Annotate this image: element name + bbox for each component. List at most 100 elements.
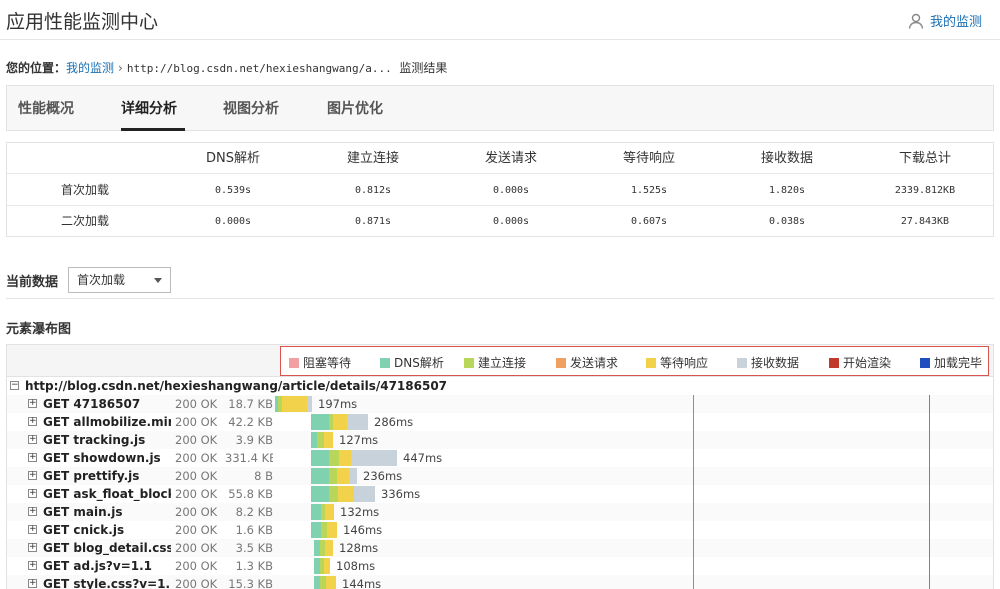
cell-receive: 1.820s xyxy=(768,185,806,196)
request-duration: 127ms xyxy=(339,433,379,447)
request-duration: 336ms xyxy=(381,487,421,501)
request-row[interactable]: + GET ask_float_block 200 OK 55.8 KB 336ms xyxy=(7,485,993,503)
legend-item-connect: 建立连接 xyxy=(464,354,526,371)
request-size: 18.7 KB xyxy=(228,397,273,411)
legend-label: 开始渲染 xyxy=(843,356,892,370)
expand-icon[interactable]: + xyxy=(28,471,37,480)
tab-image-optimization[interactable]: 图片优化 xyxy=(327,98,383,118)
request-name: GET prettify.js xyxy=(43,469,140,483)
request-row[interactable]: + GET main.js 200 OK 8.2 KB 132ms xyxy=(7,503,993,521)
summary-table: DNS解析 建立连接 发送请求 等待响应 接收数据 下载总计 首次加载 0.53… xyxy=(6,142,994,237)
cell-dns: 0.000s xyxy=(214,216,252,227)
legend-item-send: 发送请求 xyxy=(556,354,618,371)
breadcrumb-home-link[interactable]: 我的监测 xyxy=(66,61,114,75)
cell-connect: 0.871s xyxy=(354,216,392,227)
request-name: GET style.css?v=1.1 xyxy=(43,577,171,589)
tab-detailed-analysis[interactable]: 详细分析 xyxy=(121,98,177,118)
waterfall-header: 阻塞等待 DNS解析 建立连接 发送请求 等待响应 接收数据 开始渲染 加载完毕 xyxy=(7,345,993,377)
expand-icon[interactable]: + xyxy=(28,435,37,444)
expand-icon[interactable]: + xyxy=(28,417,37,426)
request-name: GET main.js xyxy=(43,505,123,519)
current-data-label: 当前数据 xyxy=(6,275,59,290)
col-header-connect: 建立连接 xyxy=(346,151,399,166)
active-tab-indicator xyxy=(121,128,185,131)
cell-wait: 0.607s xyxy=(630,216,668,227)
request-status: 200 OK xyxy=(175,433,218,447)
summary-row-second-load: 二次加载 0.000s 0.871s 0.000s 0.607s 0.038s … xyxy=(7,206,993,237)
request-row[interactable]: + GET blog_detail.css 200 OK 3.5 KB 128ms xyxy=(7,539,993,557)
bar-segment-wait xyxy=(338,486,354,502)
request-status: 200 OK xyxy=(175,451,218,465)
request-row[interactable]: + GET 47186507 200 OK 18.7 KB 197ms xyxy=(7,395,993,413)
app-header: 应用性能监测中心 我的监测 xyxy=(0,0,1000,40)
bar-segment-receive xyxy=(307,396,312,412)
request-row[interactable]: + GET ad.js?v=1.1 200 OK 1.3 KB 108ms xyxy=(7,557,993,575)
bar-segment-wait xyxy=(337,468,349,484)
bar-segment-wait xyxy=(282,396,307,412)
legend-label: 接收数据 xyxy=(751,356,800,370)
expand-icon[interactable]: + xyxy=(28,525,37,534)
bar-segment-dns xyxy=(311,414,329,430)
legend-item-wait: 等待响应 xyxy=(646,354,708,371)
expand-icon[interactable]: + xyxy=(28,543,37,552)
request-name: GET blog_detail.css xyxy=(43,541,171,555)
bar-segment-connect xyxy=(329,486,338,502)
bar-segment-receive xyxy=(347,414,368,430)
bar-segment-connect xyxy=(329,468,337,484)
legend-swatch xyxy=(737,357,747,368)
request-size: 1.3 KB xyxy=(235,559,273,573)
request-row[interactable]: + GET showdown.js 200 OK 331.4 KB 447ms xyxy=(7,449,993,467)
expand-icon[interactable]: + xyxy=(28,399,37,408)
bar-segment-receive xyxy=(354,486,375,502)
expand-icon[interactable]: + xyxy=(28,453,37,462)
summary-header-row: DNS解析 建立连接 发送请求 等待响应 接收数据 下载总计 xyxy=(7,143,993,174)
request-row[interactable]: + GET prettify.js 200 OK 8 B 236ms xyxy=(7,467,993,485)
analysis-tabs: 性能概况 详细分析 视图分析 图片优化 xyxy=(6,85,994,131)
collapse-icon[interactable]: − xyxy=(10,381,19,390)
tab-overview[interactable]: 性能概况 xyxy=(18,98,74,118)
legend-label: 阻塞等待 xyxy=(303,356,352,370)
legend-item-dns: DNS解析 xyxy=(380,354,444,371)
request-row[interactable]: + GET allmobilize.min. 200 OK 42.2 KB 286ms xyxy=(7,413,993,431)
bar-segment-wait xyxy=(333,414,347,430)
legend-swatch xyxy=(829,357,839,368)
bar-segment-connect xyxy=(329,450,339,466)
request-status: 200 OK xyxy=(175,541,218,555)
bar-segment-wait xyxy=(325,540,333,556)
expand-icon[interactable]: + xyxy=(28,579,37,588)
legend-label: 发送请求 xyxy=(570,356,619,370)
expand-icon[interactable]: + xyxy=(28,489,37,498)
bar-segment-wait xyxy=(324,558,330,574)
request-status: 200 OK xyxy=(175,415,218,429)
request-row[interactable]: + GET style.css?v=1.1 200 OK 15.3 KB 144ms xyxy=(7,575,993,589)
legend-item-load-complete: 加载完毕 xyxy=(920,354,982,371)
bar-segment-receive xyxy=(351,450,397,466)
legend-label: 等待响应 xyxy=(660,356,709,370)
expand-icon[interactable]: + xyxy=(28,561,37,570)
bar-segment-dns xyxy=(311,504,321,520)
request-status: 200 OK xyxy=(175,469,218,483)
legend-item-start-render: 开始渲染 xyxy=(829,354,891,371)
request-name: GET tracking.js xyxy=(43,433,146,447)
load-type-select[interactable]: 首次加载 xyxy=(68,267,171,293)
request-name: GET cnick.js xyxy=(43,523,125,537)
request-row[interactable]: + GET cnick.js 200 OK 1.6 KB 146ms xyxy=(7,521,993,539)
col-header-total: 下载总计 xyxy=(898,151,951,166)
expand-icon[interactable]: + xyxy=(28,507,37,516)
my-monitor-link[interactable]: 我的监测 xyxy=(908,11,982,30)
legend-swatch xyxy=(646,357,656,368)
waterfall-legend: 阻塞等待 DNS解析 建立连接 发送请求 等待响应 接收数据 开始渲染 加载完毕 xyxy=(280,346,989,376)
tab-view-analysis[interactable]: 视图分析 xyxy=(223,98,279,118)
request-row[interactable]: + GET tracking.js 200 OK 3.9 KB 127ms xyxy=(7,431,993,449)
request-name: GET allmobilize.min. xyxy=(43,415,171,429)
cell-total: 27.843KB xyxy=(900,216,950,227)
cell-connect: 0.812s xyxy=(354,185,392,196)
request-status: 200 OK xyxy=(175,523,218,537)
request-size: 55.8 KB xyxy=(228,487,273,501)
bar-segment-dns xyxy=(311,450,329,466)
request-status: 200 OK xyxy=(175,397,218,411)
request-size: 42.2 KB xyxy=(228,415,273,429)
request-status: 200 OK xyxy=(175,505,218,519)
bar-segment-wait xyxy=(325,504,334,520)
request-status: 200 OK xyxy=(175,559,218,573)
